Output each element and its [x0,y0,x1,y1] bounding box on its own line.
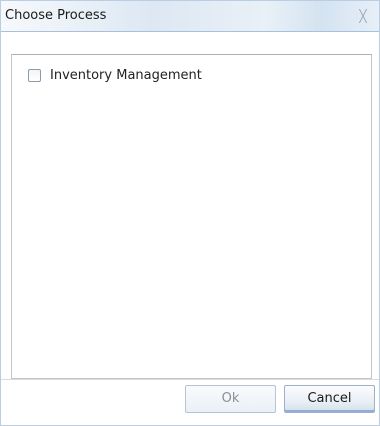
inventory-management-checkbox[interactable] [28,69,41,82]
list-item[interactable]: Inventory Management [28,68,202,83]
close-icon[interactable]: ╳ [357,10,369,22]
cancel-button[interactable]: Cancel [284,385,375,413]
choose-process-dialog: Choose Process ╳ Inventory Management Ok… [0,0,380,426]
footer-divider [1,379,379,380]
dialog-title-bar[interactable]: Choose Process ╳ [1,1,379,32]
list-item-label: Inventory Management [50,68,202,83]
dialog-title: Choose Process [5,8,107,23]
ok-button[interactable]: Ok [185,385,276,413]
process-list[interactable]: Inventory Management [11,54,372,379]
